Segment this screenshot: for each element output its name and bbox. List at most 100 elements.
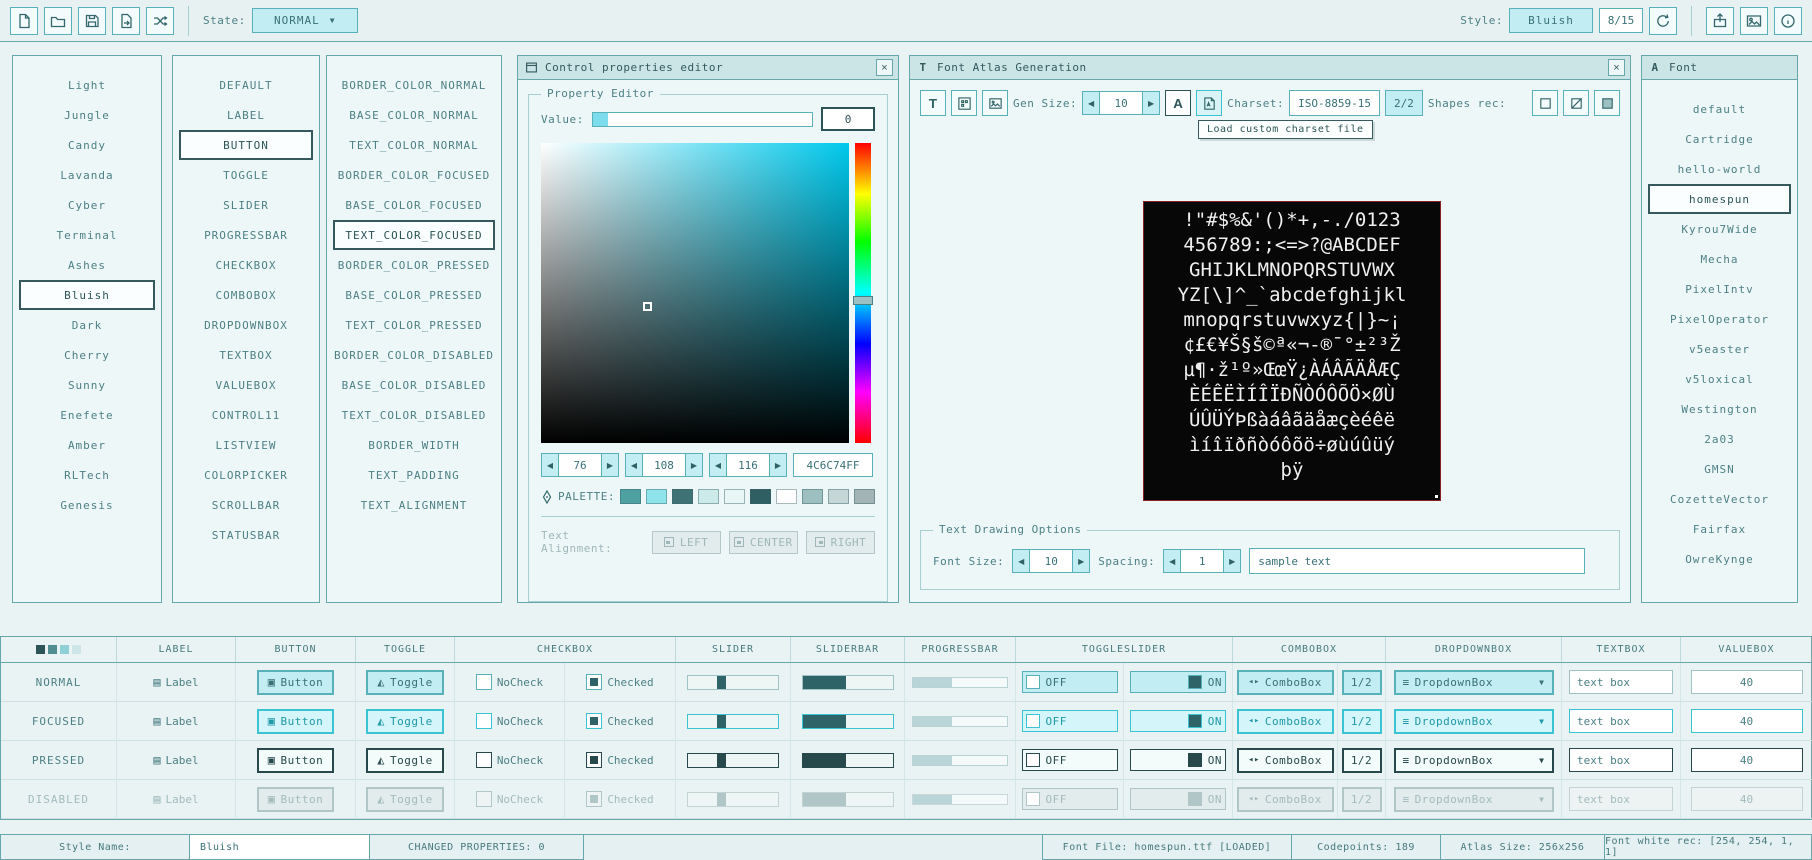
slider-knob[interactable]: [717, 715, 726, 728]
decrease-button[interactable]: ◀: [625, 453, 643, 477]
save-style-button[interactable]: [78, 7, 106, 35]
shapes-rec-fill-button[interactable]: [1594, 90, 1620, 116]
increase-button[interactable]: ▶: [1142, 91, 1160, 115]
dropdownbox-preview[interactable]: ≡DropdownBox▼: [1394, 709, 1554, 734]
font-text-button[interactable]: T: [920, 90, 946, 116]
property-item[interactable]: BASE_COLOR_FOCUSED: [333, 190, 495, 220]
valuebox-preview[interactable]: 40: [1691, 670, 1803, 694]
color-picker-cursor[interactable]: [643, 302, 652, 311]
close-button[interactable]: ×: [876, 59, 893, 76]
font-item[interactable]: Fairfax: [1648, 514, 1791, 544]
dropdownbox-preview[interactable]: ≡DropdownBox▼: [1394, 748, 1554, 773]
control-item[interactable]: COMBOBOX: [179, 280, 313, 310]
textbox-preview[interactable]: text box: [1569, 709, 1673, 733]
increase-button[interactable]: ▶: [685, 453, 703, 477]
palette-swatch[interactable]: [620, 489, 641, 504]
export-code-button[interactable]: [1706, 7, 1734, 35]
combobox-count[interactable]: 1/2: [1342, 670, 1382, 695]
palette-swatch[interactable]: [646, 489, 667, 504]
green-value[interactable]: 108: [643, 453, 685, 477]
property-item[interactable]: BASE_COLOR_DISABLED: [333, 370, 495, 400]
screenshot-button[interactable]: [1740, 7, 1768, 35]
toggleslider-on[interactable]: ON: [1130, 671, 1226, 693]
atlas-view-button[interactable]: [951, 90, 977, 116]
style-item[interactable]: Genesis: [19, 490, 155, 520]
property-item[interactable]: TEXT_ALIGNMENT: [333, 490, 495, 520]
active-style-box[interactable]: Bluish: [1509, 8, 1593, 33]
dropdownbox-preview[interactable]: ≡DropdownBox▼: [1394, 670, 1554, 695]
font-item[interactable]: default: [1648, 94, 1791, 124]
style-item[interactable]: Lavanda: [19, 160, 155, 190]
palette-swatch[interactable]: [802, 489, 823, 504]
font-item[interactable]: Cartridge: [1648, 124, 1791, 154]
control-item[interactable]: CONTROL11: [179, 400, 313, 430]
palette-swatch[interactable]: [724, 489, 745, 504]
checkbox-unchecked[interactable]: [476, 752, 492, 768]
control-item[interactable]: TEXTBOX: [179, 340, 313, 370]
toggle-preview[interactable]: ◭Toggle: [366, 709, 443, 734]
blue-value[interactable]: 116: [727, 453, 769, 477]
palette-swatch[interactable]: [854, 489, 875, 504]
control-item[interactable]: LISTVIEW: [179, 430, 313, 460]
style-item[interactable]: Enefete: [19, 400, 155, 430]
control-item[interactable]: LABEL: [179, 100, 313, 130]
control-item[interactable]: VALUEBOX: [179, 370, 313, 400]
control-item[interactable]: TOGGLE: [179, 160, 313, 190]
shapes-rec-slash-button[interactable]: [1563, 90, 1589, 116]
palette-swatch[interactable]: [698, 489, 719, 504]
style-item[interactable]: Sunny: [19, 370, 155, 400]
property-item[interactable]: BASE_COLOR_NORMAL: [333, 100, 495, 130]
spacing-value[interactable]: 1: [1181, 549, 1223, 573]
color-picker[interactable]: [541, 143, 849, 443]
style-item[interactable]: Cherry: [19, 340, 155, 370]
load-charset-button[interactable]: [1196, 90, 1222, 116]
button-preview[interactable]: ▣Button: [257, 709, 334, 734]
palette-swatch[interactable]: [750, 489, 771, 504]
increase-button[interactable]: ▶: [1223, 549, 1241, 573]
sliderbar-preview[interactable]: [802, 753, 894, 768]
button-preview[interactable]: ▣Button: [257, 748, 334, 773]
property-item-selected[interactable]: TEXT_COLOR_FOCUSED: [333, 220, 495, 250]
control-item[interactable]: CHECKBOX: [179, 250, 313, 280]
checkbox-checked[interactable]: [586, 674, 602, 690]
font-item[interactable]: Westington: [1648, 394, 1791, 424]
charset-count-box[interactable]: 2/2: [1385, 90, 1423, 116]
control-item[interactable]: STATUSBAR: [179, 520, 313, 550]
checkbox-unchecked[interactable]: [476, 713, 492, 729]
gen-size-value[interactable]: 10: [1100, 91, 1142, 115]
style-item[interactable]: Candy: [19, 130, 155, 160]
hue-bar[interactable]: [855, 143, 871, 443]
font-item[interactable]: CozetteVector: [1648, 484, 1791, 514]
toggleslider-off[interactable]: OFF: [1022, 749, 1118, 771]
control-item[interactable]: SCROLLBAR: [179, 490, 313, 520]
toggle-knob[interactable]: [1026, 714, 1040, 728]
export-style-button[interactable]: [112, 7, 140, 35]
font-item[interactable]: GMSN: [1648, 454, 1791, 484]
decrease-button[interactable]: ◀: [709, 453, 727, 477]
property-item[interactable]: TEXT_COLOR_NORMAL: [333, 130, 495, 160]
toggle-knob[interactable]: [1188, 675, 1202, 689]
decrease-button[interactable]: ◀: [541, 453, 559, 477]
palette-swatch[interactable]: [672, 489, 693, 504]
checkbox-checked[interactable]: [586, 713, 602, 729]
increase-button[interactable]: ▶: [601, 453, 619, 477]
toggleslider-on[interactable]: ON: [1130, 749, 1226, 771]
font-size-value[interactable]: 10: [1030, 549, 1072, 573]
increase-button[interactable]: ▶: [1072, 549, 1090, 573]
font-item[interactable]: Kyrou7Wide: [1648, 214, 1791, 244]
font-item[interactable]: v5loxical: [1648, 364, 1791, 394]
style-item[interactable]: Ashes: [19, 250, 155, 280]
toggle-preview[interactable]: ◭Toggle: [366, 748, 443, 773]
property-item[interactable]: BORDER_COLOR_DISABLED: [333, 340, 495, 370]
toggleslider-off[interactable]: OFF: [1022, 671, 1118, 693]
sliderbar-preview[interactable]: [802, 675, 894, 690]
palette-swatch[interactable]: [776, 489, 797, 504]
property-item[interactable]: TEXT_COLOR_PRESSED: [333, 310, 495, 340]
control-item-selected[interactable]: BUTTON: [179, 130, 313, 160]
combobox-preview[interactable]: ◂▸ComboBox: [1237, 748, 1334, 773]
property-item[interactable]: TEXT_PADDING: [333, 460, 495, 490]
decrease-button[interactable]: ◀: [1082, 91, 1100, 115]
hue-handle[interactable]: [853, 296, 873, 305]
font-atlas-preview[interactable]: !"#$%&'()*+,-./0123 456789:;<=>?@ABCDEF …: [1143, 201, 1441, 501]
atlas-export-button[interactable]: [982, 90, 1008, 116]
